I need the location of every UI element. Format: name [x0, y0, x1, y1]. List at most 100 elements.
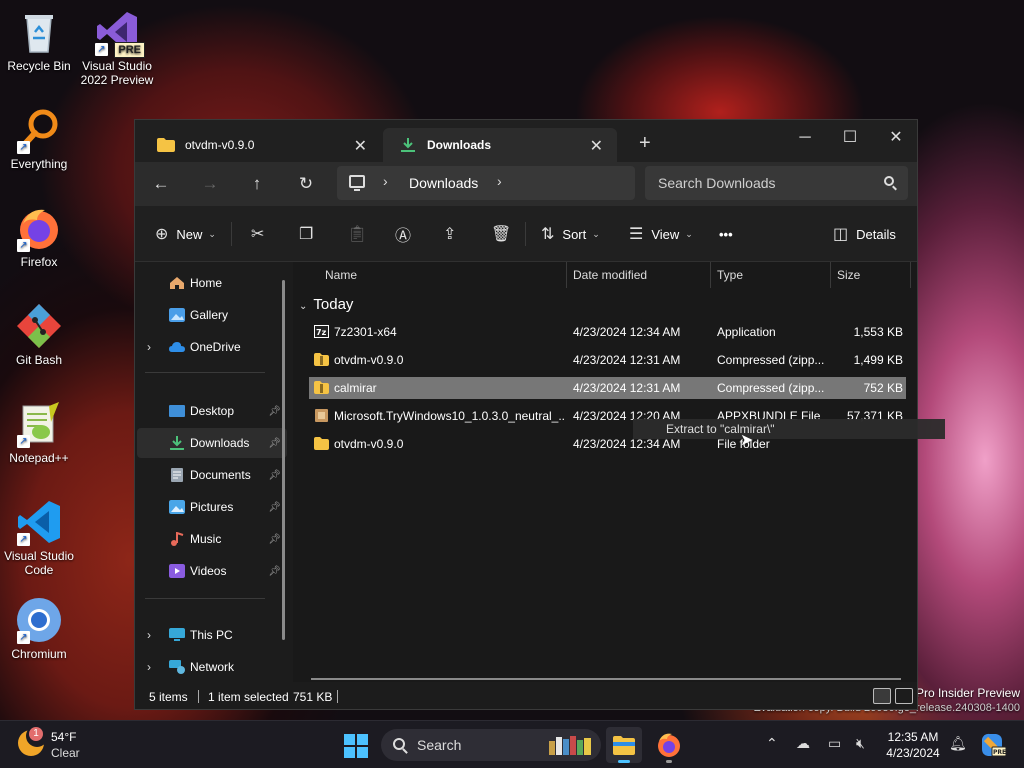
chevron-right-icon[interactable]: › — [147, 628, 151, 642]
file-name: otvdm-v0.9.0 — [334, 437, 404, 451]
close-tab-icon[interactable]: ✕ — [590, 136, 603, 156]
view-button[interactable]: ☰ View ⌄ — [629, 222, 693, 246]
breadcrumb-downloads[interactable]: Downloads — [409, 175, 478, 191]
nav-scrollbar[interactable] — [282, 280, 285, 640]
pin-icon[interactable]: 📌︎ — [268, 470, 281, 481]
nav-item-pictures[interactable]: Pictures 📌︎ — [137, 492, 287, 522]
details-view-icon[interactable] — [873, 688, 891, 704]
pin-icon[interactable]: 📌︎ — [268, 566, 281, 577]
delete-button[interactable]: 🗑︎ — [491, 222, 519, 246]
recycle-bin-icon — [15, 8, 63, 56]
copy-button[interactable]: ❐ — [299, 222, 321, 246]
nav-item-music[interactable]: Music 📌︎ — [137, 524, 287, 554]
refresh-icon[interactable]: ↻ — [293, 172, 319, 196]
nav-item-documents[interactable]: Documents 📌︎ — [137, 460, 287, 490]
nav-item-onedrive[interactable]: › OneDrive — [137, 332, 287, 362]
horizontal-scrollbar[interactable] — [311, 678, 901, 680]
package-icon — [315, 409, 328, 422]
desktop-icon-everything[interactable]: ↗ Everything — [1, 106, 77, 171]
trash-icon: 🗑︎ — [491, 226, 512, 243]
nav-divider — [145, 598, 265, 599]
details-pane-button[interactable]: ◫ Details — [833, 222, 896, 246]
pin-icon[interactable]: 📌︎ — [268, 502, 281, 513]
column-divider[interactable] — [566, 262, 567, 288]
desktop-icon-git-bash[interactable]: Git Bash — [1, 302, 77, 367]
chevron-right-icon[interactable]: › — [497, 173, 502, 189]
desktop-icon-visual-studio-code[interactable]: ↗ Visual Studio Code — [1, 498, 77, 577]
nav-item-gallery[interactable]: Gallery — [137, 300, 287, 330]
nav-item-network[interactable]: › Network — [137, 652, 287, 682]
desktop-icon-label-line2: 2022 Preview — [80, 73, 154, 87]
column-header-type[interactable]: Type — [717, 262, 743, 288]
forward-arrow-icon[interactable]: → — [197, 172, 223, 196]
file-row-selected[interactable]: calmirar 4/23/2024 12:31 AM Compressed (… — [309, 377, 906, 399]
taskbar-firefox[interactable] — [651, 727, 687, 763]
file-row[interactable]: 7z 7z2301-x64 4/23/2024 12:34 AM Applica… — [309, 321, 906, 343]
new-button[interactable]: ⊕ New ⌄ — [155, 222, 216, 246]
back-arrow-icon[interactable]: ← — [148, 172, 174, 196]
nav-label: Music — [190, 532, 222, 546]
nav-item-home[interactable]: Home — [137, 268, 287, 298]
nav-item-downloads[interactable]: Downloads 📌︎ — [137, 428, 287, 458]
pin-icon[interactable]: 📌︎ — [268, 438, 281, 449]
rename-button[interactable]: Ⓐ — [395, 222, 419, 246]
desktop-icon-label: Everything — [10, 157, 68, 171]
tab-downloads[interactable]: Downloads ✕ — [383, 128, 617, 162]
tab-otvdm[interactable]: otvdm-v0.9.0 ✕ — [141, 128, 381, 162]
more-options-button[interactable]: ••• — [719, 222, 733, 246]
cut-button[interactable]: ✂ — [251, 222, 272, 246]
search-box[interactable] — [645, 166, 908, 200]
desktop-icon-notepad-plus-plus[interactable]: ↗ Notepad++ — [1, 400, 77, 465]
onedrive-offline-icon[interactable]: ☁︎ — [796, 735, 810, 752]
minimize-icon[interactable]: ─ — [787, 126, 823, 150]
column-divider[interactable] — [830, 262, 831, 288]
share-button[interactable]: ⇪ — [443, 222, 464, 246]
taskbar-search[interactable]: Search — [381, 729, 601, 761]
new-label: New — [176, 226, 203, 242]
volume-muted-icon[interactable]: 🔇︎ — [856, 735, 865, 752]
start-button[interactable] — [344, 734, 368, 758]
desktop-icon-label: Recycle Bin — [7, 59, 71, 73]
pin-icon[interactable]: 📌︎ — [268, 534, 281, 545]
rename-icon: Ⓐ — [395, 228, 412, 245]
column-header-size[interactable]: Size — [837, 262, 860, 288]
desktop-icon-recycle-bin[interactable]: Recycle Bin — [1, 8, 77, 73]
column-label: Type — [717, 268, 744, 282]
chevron-right-icon[interactable]: › — [147, 340, 151, 354]
column-header-name[interactable]: Name — [325, 262, 357, 288]
tab-label: otvdm-v0.9.0 — [185, 138, 255, 152]
group-header-today[interactable]: ⌄ Today — [299, 296, 353, 313]
desktop-icon-visual-studio-2022-preview[interactable]: PRE ↗ Visual Studio 2022 Preview — [79, 8, 155, 87]
nav-item-desktop[interactable]: Desktop 📌︎ — [137, 396, 287, 426]
nav-item-videos[interactable]: Videos 📌︎ — [137, 556, 287, 586]
file-type: Application — [717, 325, 776, 339]
up-arrow-icon[interactable]: ↑ — [244, 172, 270, 196]
tiles-view-icon[interactable] — [895, 688, 913, 704]
clock[interactable]: 12:35 AM 4/23/2024 — [880, 729, 946, 761]
sort-button[interactable]: ⇅ Sort ⌄ — [541, 222, 600, 246]
close-tab-icon[interactable]: ✕ — [354, 136, 367, 156]
column-label: Size — [837, 268, 861, 282]
column-header-date[interactable]: Date modified — [573, 262, 647, 288]
maximize-icon[interactable]: ☐ — [832, 126, 868, 150]
nav-item-this-pc[interactable]: › This PC — [137, 620, 287, 650]
close-window-icon[interactable]: ✕ — [878, 126, 914, 150]
column-divider[interactable] — [910, 262, 911, 288]
bell-icon[interactable]: 🔔︎ — [949, 735, 967, 752]
chevron-right-icon[interactable]: › — [147, 660, 151, 674]
status-size: 751 KB — [293, 690, 333, 704]
display-icon[interactable]: ▭ — [828, 735, 841, 752]
paste-button[interactable]: 📋︎ — [347, 222, 375, 246]
new-tab-plus-icon[interactable]: + — [639, 132, 651, 155]
chevron-up-icon[interactable]: ⌃ — [766, 735, 778, 752]
desktop-icon-chromium[interactable]: ↗ Chromium — [1, 596, 77, 661]
desktop-icon-firefox[interactable]: ↗ Firefox — [1, 204, 77, 269]
taskbar-file-explorer[interactable] — [606, 727, 642, 763]
pin-icon[interactable]: 📌︎ — [268, 406, 281, 417]
copilot-button[interactable]: PRE — [976, 729, 1008, 761]
column-divider[interactable] — [710, 262, 711, 288]
file-row[interactable]: otvdm-v0.9.0 4/23/2024 12:31 AM Compress… — [309, 349, 906, 371]
address-box[interactable]: › Downloads › — [337, 166, 635, 200]
search-input[interactable] — [645, 166, 875, 200]
chevron-right-icon[interactable]: › — [383, 173, 388, 189]
